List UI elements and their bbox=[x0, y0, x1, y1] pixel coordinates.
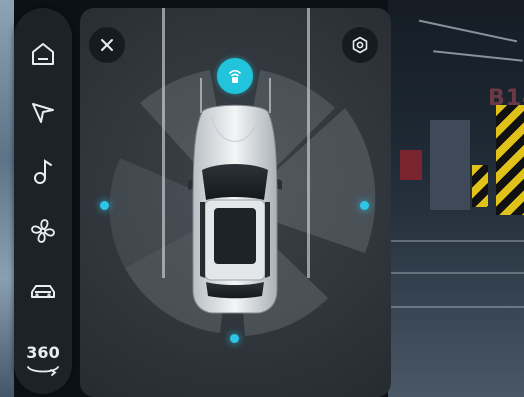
auto-parking-button[interactable] bbox=[217, 58, 253, 94]
background-strip bbox=[0, 0, 14, 397]
camera-360-label[interactable]: 360 bbox=[20, 343, 66, 362]
sidebar-item-music[interactable] bbox=[23, 151, 63, 191]
sidebar-item-climate[interactable] bbox=[23, 211, 63, 251]
auto-parking-icon bbox=[229, 69, 241, 83]
sidebar-item-navigation[interactable] bbox=[23, 92, 63, 132]
floor-line bbox=[388, 272, 524, 274]
sensor-left bbox=[100, 201, 109, 210]
hazard-stripes bbox=[496, 105, 524, 215]
sidebar-item-home[interactable] bbox=[23, 34, 63, 74]
camera-view bbox=[388, 0, 524, 397]
parking-view-panel bbox=[80, 8, 391, 397]
camera-360-icon[interactable] bbox=[25, 363, 61, 377]
vehicle-top-view bbox=[188, 104, 282, 314]
ceiling-light bbox=[433, 50, 523, 62]
hazard-stripes bbox=[472, 165, 488, 207]
sidebar-item-vehicle[interactable] bbox=[23, 272, 63, 312]
floor-line bbox=[388, 306, 524, 308]
sidebar: 360 bbox=[14, 8, 72, 394]
close-button[interactable] bbox=[89, 27, 125, 63]
sign bbox=[400, 150, 422, 180]
close-icon bbox=[101, 39, 113, 51]
sensor-right bbox=[360, 201, 369, 210]
car-icon bbox=[31, 285, 55, 298]
ceiling-light bbox=[418, 19, 518, 43]
home-icon bbox=[32, 43, 54, 65]
settings-icon bbox=[352, 36, 368, 54]
fan-icon bbox=[31, 219, 55, 243]
settings-button[interactable] bbox=[342, 27, 378, 63]
navigation-icon bbox=[32, 103, 54, 123]
pillar bbox=[430, 120, 470, 210]
sensor-rear bbox=[230, 334, 239, 343]
pillar-number: B14 bbox=[488, 86, 524, 111]
floor-line bbox=[388, 240, 524, 242]
music-icon bbox=[34, 159, 52, 184]
